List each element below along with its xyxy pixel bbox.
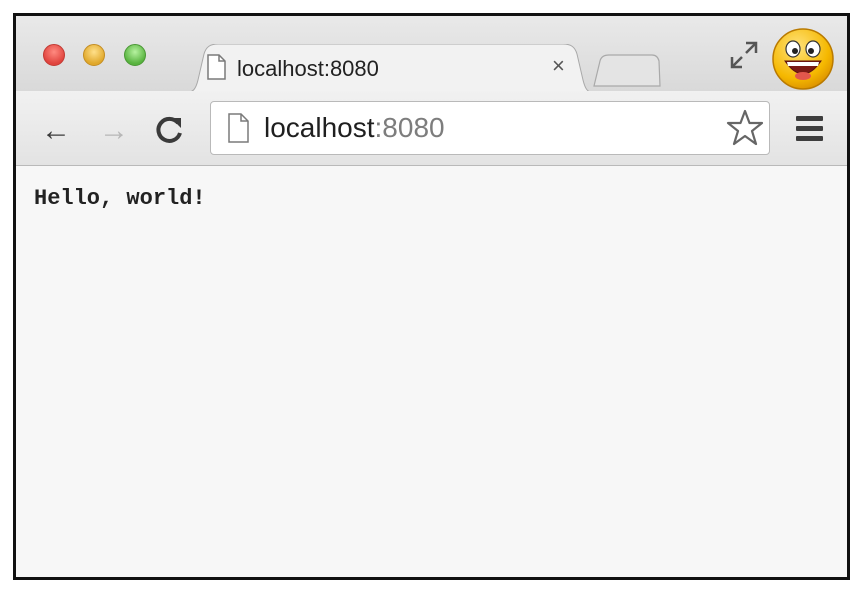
- hamburger-menu-icon[interactable]: [795, 113, 825, 145]
- page-icon: [228, 113, 249, 143]
- tab-strip: localhost:8080 ×: [16, 16, 847, 93]
- smiley-avatar-icon[interactable]: [771, 27, 835, 91]
- maximize-window-icon[interactable]: [124, 44, 146, 66]
- page-content: Hello, world!: [16, 166, 847, 577]
- tab-title: localhost:8080: [237, 56, 379, 81]
- browser-window: localhost:8080 × ← → localhost:8080 Hell…: [13, 13, 850, 580]
- tab-close-icon[interactable]: ×: [552, 53, 565, 79]
- star-icon[interactable]: [725, 106, 765, 150]
- browser-toolbar: ← → localhost:8080: [16, 91, 847, 166]
- tab-localhost[interactable]: localhost:8080 ×: [184, 44, 595, 93]
- page-body-text: Hello, world!: [34, 186, 206, 211]
- page-icon: [207, 54, 226, 80]
- url-text: localhost:8080: [264, 112, 445, 144]
- close-window-icon[interactable]: [43, 44, 65, 66]
- forward-button[interactable]: →: [94, 114, 134, 148]
- menu-bar-line: [796, 126, 823, 131]
- minimize-window-icon[interactable]: [83, 44, 105, 66]
- menu-bar-line: [796, 116, 823, 121]
- address-bar[interactable]: localhost:8080: [210, 101, 770, 155]
- new-tab-button[interactable]: [592, 54, 662, 88]
- back-button[interactable]: ←: [36, 114, 76, 148]
- menu-bar-line: [796, 136, 823, 141]
- fullscreen-icon[interactable]: [728, 39, 760, 71]
- url-port: :8080: [374, 112, 445, 143]
- reload-icon[interactable]: [149, 114, 189, 148]
- url-host: localhost: [264, 112, 375, 143]
